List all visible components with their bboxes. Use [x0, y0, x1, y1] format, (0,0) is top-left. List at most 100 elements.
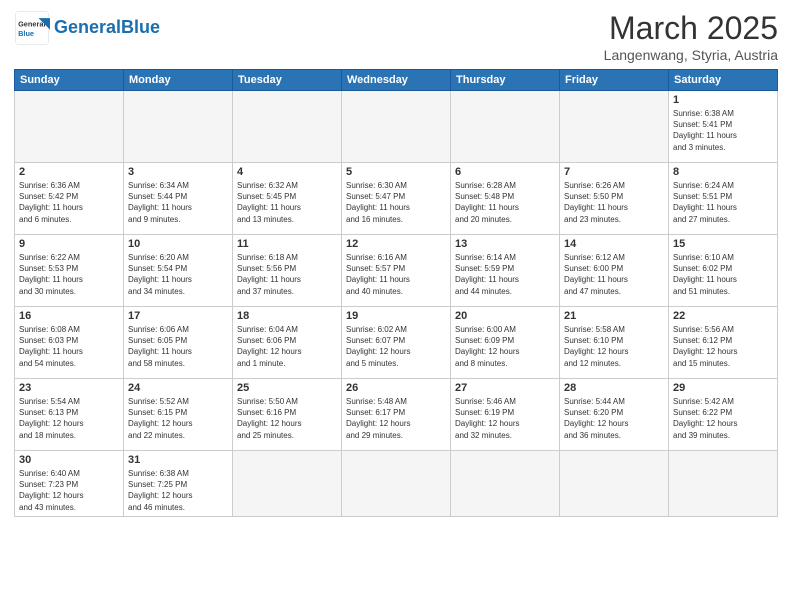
day-info: Sunrise: 6:02 AM Sunset: 6:07 PM Dayligh… [346, 324, 446, 369]
calendar-day-cell [342, 451, 451, 517]
day-info: Sunrise: 5:58 AM Sunset: 6:10 PM Dayligh… [564, 324, 664, 369]
day-info: Sunrise: 6:12 AM Sunset: 6:00 PM Dayligh… [564, 252, 664, 297]
logo: General Blue GeneralBlue [14, 10, 160, 46]
calendar-day-cell: 10 Sunrise: 6:20 AM Sunset: 5:54 PM Dayli… [124, 235, 233, 307]
day-info: Sunrise: 6:00 AM Sunset: 6:09 PM Dayligh… [455, 324, 555, 369]
subtitle: Langenwang, Styria, Austria [604, 47, 778, 63]
day-number: 21 [564, 310, 664, 322]
day-info: Sunrise: 6:16 AM Sunset: 5:57 PM Dayligh… [346, 252, 446, 297]
weekday-header-saturday: Saturday [669, 70, 778, 91]
calendar-day-cell: 31 Sunrise: 6:38 AM Sunset: 7:25 PM Dayli… [124, 451, 233, 517]
day-info: Sunrise: 6:22 AM Sunset: 5:53 PM Dayligh… [19, 252, 119, 297]
day-number: 7 [564, 166, 664, 178]
day-number: 10 [128, 238, 228, 250]
calendar-day-cell: 20 Sunrise: 6:00 AM Sunset: 6:09 PM Dayli… [451, 307, 560, 379]
day-number: 16 [19, 310, 119, 322]
day-info: Sunrise: 6:38 AM Sunset: 7:25 PM Dayligh… [128, 468, 228, 513]
day-number: 31 [128, 454, 228, 466]
calendar-day-cell [560, 91, 669, 163]
day-number: 12 [346, 238, 446, 250]
day-number: 11 [237, 238, 337, 250]
day-number: 2 [19, 166, 119, 178]
calendar-day-cell: 8 Sunrise: 6:24 AM Sunset: 5:51 PM Daylig… [669, 163, 778, 235]
day-number: 17 [128, 310, 228, 322]
day-number: 22 [673, 310, 773, 322]
day-info: Sunrise: 6:32 AM Sunset: 5:45 PM Dayligh… [237, 180, 337, 225]
day-info: Sunrise: 5:50 AM Sunset: 6:16 PM Dayligh… [237, 396, 337, 441]
day-info: Sunrise: 6:20 AM Sunset: 5:54 PM Dayligh… [128, 252, 228, 297]
day-number: 4 [237, 166, 337, 178]
calendar-day-cell [233, 91, 342, 163]
calendar-day-cell: 17 Sunrise: 6:06 AM Sunset: 6:05 PM Dayli… [124, 307, 233, 379]
day-number: 9 [19, 238, 119, 250]
calendar-day-cell: 26Sunrise: 5:48 AM Sunset: 6:17 PM Dayli… [342, 379, 451, 451]
day-info: Sunrise: 6:18 AM Sunset: 5:56 PM Dayligh… [237, 252, 337, 297]
calendar-day-cell: 30 Sunrise: 6:40 AM Sunset: 7:23 PM Dayli… [15, 451, 124, 517]
calendar-week-row: 16 Sunrise: 6:08 AM Sunset: 6:03 PM Dayli… [15, 307, 778, 379]
day-info: Sunrise: 5:42 AM Sunset: 6:22 PM Dayligh… [673, 396, 773, 441]
day-number: 3 [128, 166, 228, 178]
day-number: 15 [673, 238, 773, 250]
calendar-day-cell: 4 Sunrise: 6:32 AM Sunset: 5:45 PM Daylig… [233, 163, 342, 235]
calendar-day-cell [451, 91, 560, 163]
calendar-day-cell [669, 451, 778, 517]
calendar-day-cell [233, 451, 342, 517]
calendar-day-cell: 28Sunrise: 5:44 AM Sunset: 6:20 PM Dayli… [560, 379, 669, 451]
calendar-week-row: 1 Sunrise: 6:38 AM Sunset: 5:41 PM Daylig… [15, 91, 778, 163]
day-number: 25 [237, 382, 337, 394]
calendar-day-cell: 7Sunrise: 6:26 AM Sunset: 5:50 PM Daylig… [560, 163, 669, 235]
day-number: 27 [455, 382, 555, 394]
weekday-header-wednesday: Wednesday [342, 70, 451, 91]
day-number: 28 [564, 382, 664, 394]
day-number: 30 [19, 454, 119, 466]
day-number: 6 [455, 166, 555, 178]
weekday-header-friday: Friday [560, 70, 669, 91]
calendar-day-cell: 18Sunrise: 6:04 AM Sunset: 6:06 PM Dayli… [233, 307, 342, 379]
calendar: SundayMondayTuesdayWednesdayThursdayFrid… [14, 69, 778, 517]
day-info: Sunrise: 6:36 AM Sunset: 5:42 PM Dayligh… [19, 180, 119, 225]
weekday-header-monday: Monday [124, 70, 233, 91]
day-info: Sunrise: 6:38 AM Sunset: 5:41 PM Dayligh… [673, 108, 773, 153]
calendar-day-cell: 21 Sunrise: 5:58 AM Sunset: 6:10 PM Dayli… [560, 307, 669, 379]
calendar-day-cell: 13Sunrise: 6:14 AM Sunset: 5:59 PM Dayli… [451, 235, 560, 307]
day-info: Sunrise: 6:14 AM Sunset: 5:59 PM Dayligh… [455, 252, 555, 297]
day-info: Sunrise: 5:52 AM Sunset: 6:15 PM Dayligh… [128, 396, 228, 441]
day-number: 8 [673, 166, 773, 178]
calendar-day-cell: 24Sunrise: 5:52 AM Sunset: 6:15 PM Dayli… [124, 379, 233, 451]
calendar-day-cell [451, 451, 560, 517]
svg-text:Blue: Blue [18, 29, 34, 38]
logo-blue: Blue [121, 17, 160, 37]
calendar-day-cell: 14 Sunrise: 6:12 AM Sunset: 6:00 PM Dayli… [560, 235, 669, 307]
weekday-header-thursday: Thursday [451, 70, 560, 91]
day-number: 29 [673, 382, 773, 394]
calendar-day-cell: 3 Sunrise: 6:34 AM Sunset: 5:44 PM Daylig… [124, 163, 233, 235]
calendar-week-row: 9 Sunrise: 6:22 AM Sunset: 5:53 PM Daylig… [15, 235, 778, 307]
title-block: March 2025 Langenwang, Styria, Austria [604, 10, 778, 63]
day-number: 19 [346, 310, 446, 322]
calendar-day-cell: 16 Sunrise: 6:08 AM Sunset: 6:03 PM Dayli… [15, 307, 124, 379]
day-number: 20 [455, 310, 555, 322]
day-info: Sunrise: 6:34 AM Sunset: 5:44 PM Dayligh… [128, 180, 228, 225]
weekday-header-row: SundayMondayTuesdayWednesdayThursdayFrid… [15, 70, 778, 91]
calendar-day-cell: 29 Sunrise: 5:42 AM Sunset: 6:22 PM Dayli… [669, 379, 778, 451]
calendar-day-cell: 1 Sunrise: 6:38 AM Sunset: 5:41 PM Daylig… [669, 91, 778, 163]
day-info: Sunrise: 6:08 AM Sunset: 6:03 PM Dayligh… [19, 324, 119, 369]
day-info: Sunrise: 6:40 AM Sunset: 7:23 PM Dayligh… [19, 468, 119, 513]
page: General Blue GeneralBlue March 2025 Lang… [0, 0, 792, 612]
calendar-week-row: 2 Sunrise: 6:36 AM Sunset: 5:42 PM Daylig… [15, 163, 778, 235]
main-title: March 2025 [604, 10, 778, 47]
day-info: Sunrise: 5:56 AM Sunset: 6:12 PM Dayligh… [673, 324, 773, 369]
calendar-day-cell: 9 Sunrise: 6:22 AM Sunset: 5:53 PM Daylig… [15, 235, 124, 307]
logo-general: General [54, 17, 121, 37]
day-number: 1 [673, 94, 773, 106]
day-info: Sunrise: 5:54 AM Sunset: 6:13 PM Dayligh… [19, 396, 119, 441]
day-info: Sunrise: 6:24 AM Sunset: 5:51 PM Dayligh… [673, 180, 773, 225]
calendar-day-cell: 27Sunrise: 5:46 AM Sunset: 6:19 PM Dayli… [451, 379, 560, 451]
day-info: Sunrise: 6:06 AM Sunset: 6:05 PM Dayligh… [128, 324, 228, 369]
logo-text: GeneralBlue [54, 18, 160, 38]
day-number: 14 [564, 238, 664, 250]
calendar-day-cell: 12 Sunrise: 6:16 AM Sunset: 5:57 PM Dayli… [342, 235, 451, 307]
calendar-week-row: 30 Sunrise: 6:40 AM Sunset: 7:23 PM Dayli… [15, 451, 778, 517]
day-number: 26 [346, 382, 446, 394]
day-number: 5 [346, 166, 446, 178]
